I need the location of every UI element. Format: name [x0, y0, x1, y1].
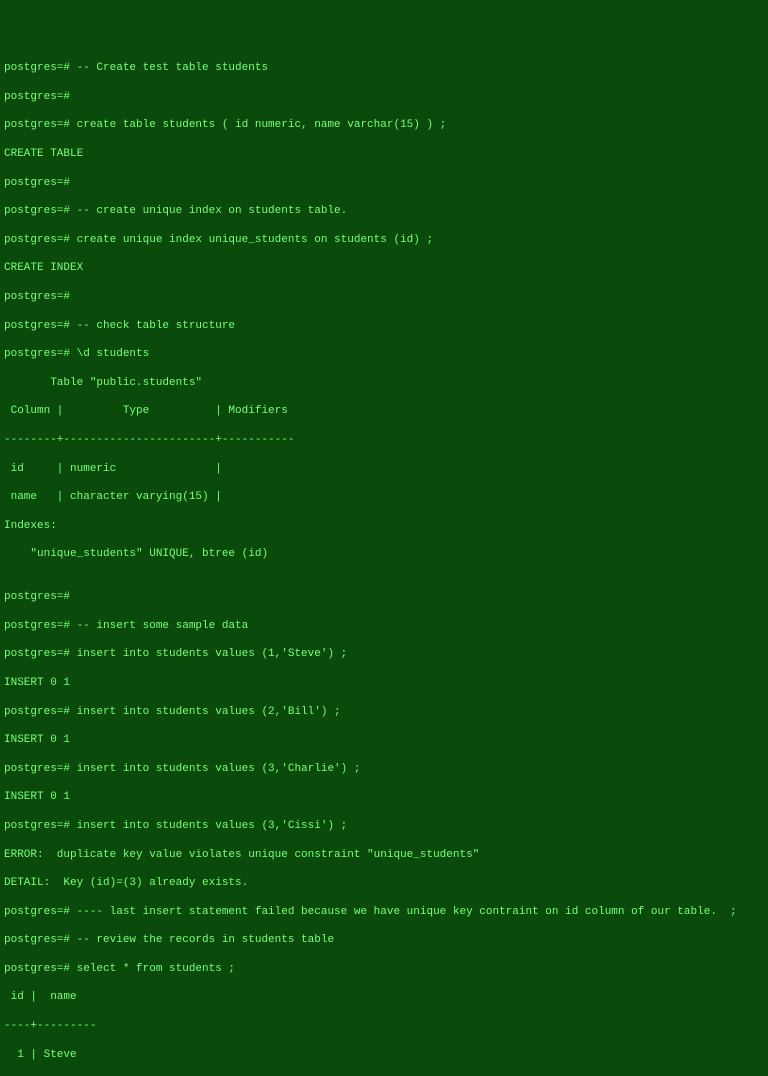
terminal-line: postgres=# insert into students values (… — [4, 762, 764, 776]
terminal-line: postgres=# — [4, 176, 764, 190]
terminal-output: INSERT 0 1 — [4, 790, 764, 804]
table-row: id | numeric | — [4, 462, 764, 476]
terminal-line: postgres=# -- create unique index on stu… — [4, 204, 764, 218]
terminal-line: postgres=# — [4, 90, 764, 104]
terminal-output: CREATE INDEX — [4, 261, 764, 275]
terminal-line: postgres=# \d students — [4, 347, 764, 361]
table-columns: Column | Type | Modifiers — [4, 404, 764, 418]
terminal-line: postgres=# -- Create test table students — [4, 61, 764, 75]
terminal-line: postgres=# — [4, 590, 764, 604]
error-line: ERROR: duplicate key value violates uniq… — [4, 848, 764, 862]
terminal-output: INSERT 0 1 — [4, 733, 764, 747]
table-row: 1 | Steve — [4, 1048, 764, 1062]
terminal-line: postgres=# ---- last insert statement fa… — [4, 905, 764, 919]
terminal-line: postgres=# insert into students values (… — [4, 705, 764, 719]
table-header: Table "public.students" — [4, 376, 764, 390]
index-label: Indexes: — [4, 519, 764, 533]
terminal-output: CREATE TABLE — [4, 147, 764, 161]
terminal-line: postgres=# select * from students ; — [4, 962, 764, 976]
terminal-line: postgres=# create table students ( id nu… — [4, 118, 764, 132]
terminal-line: postgres=# create unique index unique_st… — [4, 233, 764, 247]
table-row: name | character varying(15) | — [4, 490, 764, 504]
terminal-line: postgres=# -- check table structure — [4, 319, 764, 333]
terminal-line: postgres=# -- review the records in stud… — [4, 933, 764, 947]
terminal-line: postgres=# — [4, 290, 764, 304]
error-detail: DETAIL: Key (id)=(3) already exists. — [4, 876, 764, 890]
terminal-line: postgres=# insert into students values (… — [4, 819, 764, 833]
table-divider: --------+-----------------------+-------… — [4, 433, 764, 447]
index-entry: "unique_students" UNIQUE, btree (id) — [4, 547, 764, 561]
table-divider: ----+--------- — [4, 1019, 764, 1033]
table-columns: id | name — [4, 990, 764, 1004]
terminal-output: INSERT 0 1 — [4, 676, 764, 690]
terminal-line: postgres=# -- insert some sample data — [4, 619, 764, 633]
terminal-line: postgres=# insert into students values (… — [4, 647, 764, 661]
